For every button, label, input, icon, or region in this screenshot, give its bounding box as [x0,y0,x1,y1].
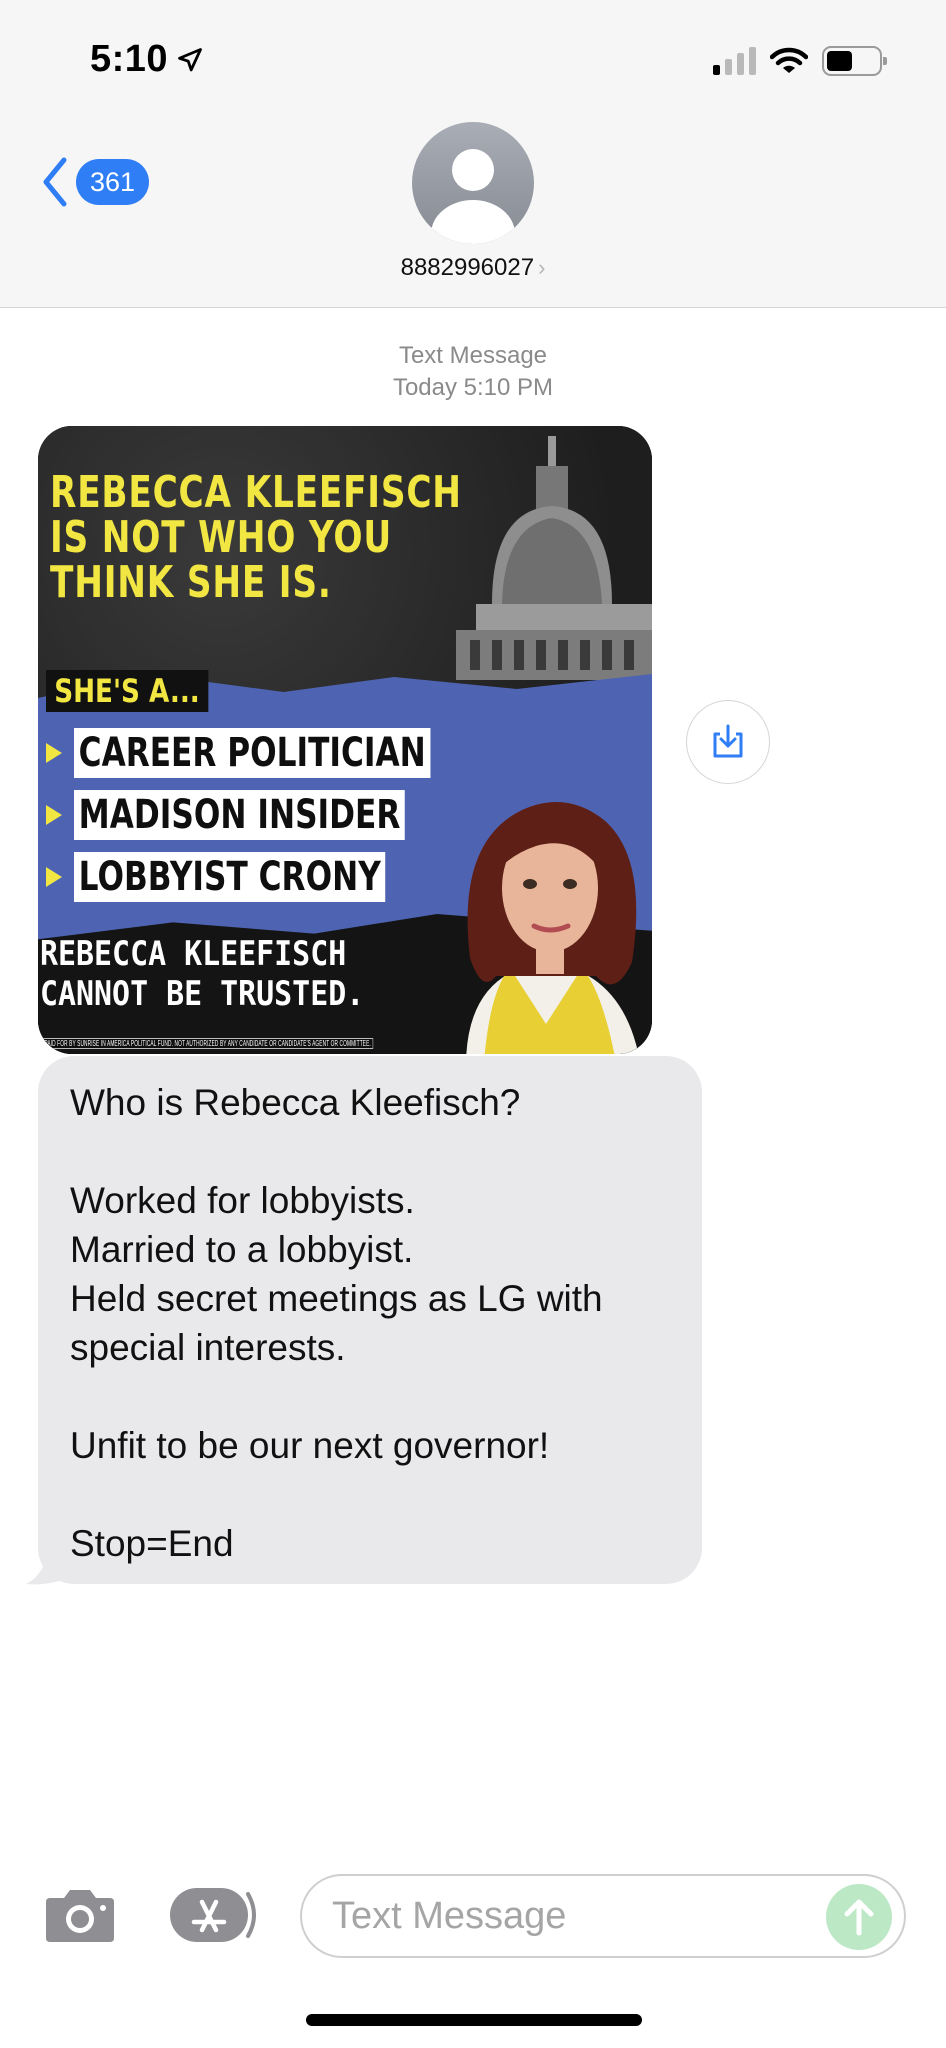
person-icon [431,149,515,244]
poster-disclaimer: PAID FOR BY SUNRISE IN AMERICA POLITICAL… [42,1038,374,1049]
poster-headline: REBECCA KLEEFISCH IS NOT WHO YOU THINK S… [50,467,462,608]
capitol-dome-image [456,436,652,680]
location-arrow-icon [178,47,202,71]
status-indicators [713,46,887,76]
contact-number: 8882996027 [400,254,535,281]
send-button[interactable] [826,1884,892,1950]
contact-name[interactable]: 8882996027 › [0,254,946,282]
home-indicator[interactable] [306,2014,642,2026]
camera-icon[interactable] [44,1884,116,1944]
mms-image[interactable]: REBECCA KLEEFISCH IS NOT WHO YOU THINK S… [38,426,652,1054]
message-input-placeholder: Text Message [332,1894,567,1937]
save-image-icon [713,724,743,758]
app-store-icon[interactable] [168,1886,260,1944]
bullet-triangle-icon [46,805,62,825]
status-time-text: 5:10 [90,38,169,80]
back-chevron-icon [43,157,67,207]
wifi-icon [770,47,808,73]
chevron-right-icon: › [538,255,546,280]
bullet-triangle-icon [46,867,62,887]
service-label: Text Message [398,342,548,369]
poster-cannot-trust: REBECCA KLEEFISCH CANNOT BE TRUSTED. [40,934,365,1014]
unread-count-badge: 361 [76,159,150,205]
contact-avatar[interactable] [412,122,534,244]
candidate-portrait-image [466,802,639,1054]
battery-icon [822,46,887,76]
poster-bullet-text: CAREER POLITICIAN [74,728,431,778]
send-arrow-icon [844,1899,874,1936]
poster-shes-a: SHE'S A... [46,670,208,712]
message-input[interactable]: Text Message [300,1874,906,1958]
poster-bullet-text: MADISON INSIDER [74,790,406,840]
message-timestamp: Today 5:10 PM [392,374,554,401]
bullet-triangle-icon [46,743,62,763]
message-text: Who is Rebecca Kleefisch? Worked for lob… [70,1082,603,1564]
status-time: 5:10 [90,38,204,81]
poster-bullet-text: LOBBYIST CRONY [74,852,386,902]
thread-meta: Text Message Today 5:10 PM [0,340,946,404]
save-image-button[interactable] [686,700,770,784]
back-button[interactable]: 361 [40,156,150,208]
signal-icon [713,47,756,75]
incoming-message-bubble[interactable]: Who is Rebecca Kleefisch? Worked for lob… [38,1056,702,1584]
conversation-header: 5:10 361 8882996027 › [0,0,946,308]
